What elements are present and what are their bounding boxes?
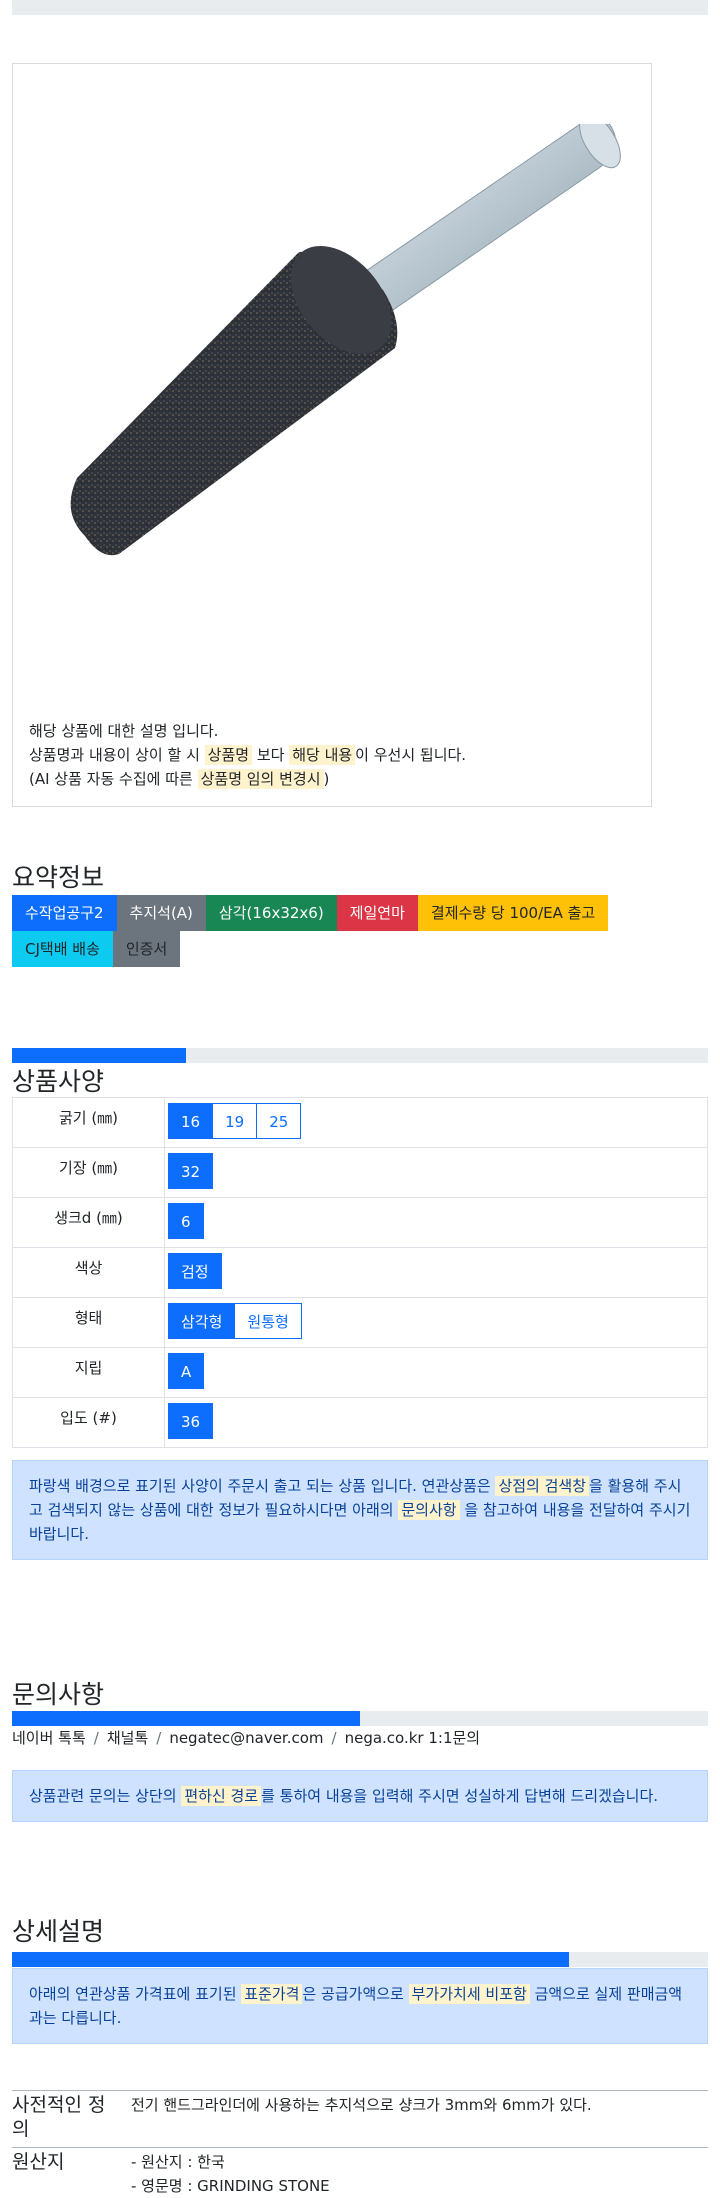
detail-title: 상세설명 bbox=[12, 1917, 105, 1946]
product-description: 해당 상품에 대한 설명 입니다. 상품명과 내용이 상이 할 시 상품명 보다… bbox=[29, 719, 466, 791]
spec-option-button[interactable]: 16 bbox=[168, 1103, 214, 1139]
spec-options: 32 bbox=[164, 1147, 708, 1198]
spec-title: 상품사양 bbox=[12, 1067, 105, 1096]
page: 해당 상품에 대한 설명 입니다. 상품명과 내용이 상이 할 시 상품명 보다… bbox=[0, 0, 720, 2196]
inquiry-notice: 상품관련 문의는 상단의 편하신 경로 를 통하여 내용을 입력해 주시면 성실하… bbox=[12, 1770, 708, 1822]
summary-badge: 수작업공구2 bbox=[12, 895, 117, 931]
origin-row: 원산지 - 원산지 : 한국 - 영문명 : GRINDING STONE bbox=[12, 2147, 708, 2197]
spec-row: 지립 A bbox=[12, 1347, 708, 1398]
spec-option-button[interactable]: 25 bbox=[256, 1103, 302, 1139]
spec-label: 기장 (㎜) bbox=[12, 1147, 165, 1198]
spec-label: 형태 bbox=[12, 1297, 165, 1348]
spec-notice: 파랑색 배경으로 표기된 사양이 주문시 출고 되는 상품 입니다. 연관상품은… bbox=[12, 1460, 708, 1560]
spec-progress bbox=[12, 1048, 708, 1063]
highlight: 편하신 경로 bbox=[181, 1786, 262, 1806]
breadcrumb-separator: / bbox=[156, 1729, 162, 1747]
summary-badges: 수작업공구2 추지석(A) 삼각(16x32x6) 제일연마 결제수량 당 100/EA… bbox=[12, 895, 672, 967]
origin-line: - 영문명 : GRINDING STONE bbox=[131, 2177, 330, 2195]
spec-label: 입도 (#) bbox=[12, 1397, 165, 1448]
summary-title: 요약정보 bbox=[12, 863, 105, 892]
spec-label: 생크d (㎜) bbox=[12, 1197, 165, 1248]
spec-row: 생크d (㎜) 6 bbox=[12, 1197, 708, 1248]
spec-row: 색상 검정 bbox=[12, 1247, 708, 1298]
spec-label: 색상 bbox=[12, 1247, 165, 1298]
inquiry-title: 문의사항 bbox=[12, 1680, 105, 1709]
spec-options: 36 bbox=[164, 1397, 708, 1448]
spec-option-button[interactable]: A bbox=[168, 1353, 205, 1389]
spec-options: 삼각형 원통형 bbox=[164, 1297, 708, 1348]
spec-options: 6 bbox=[164, 1197, 708, 1248]
grinding-stone-image bbox=[70, 124, 621, 556]
spec-row: 기장 (㎜) 32 bbox=[12, 1147, 708, 1198]
definition-key: 사전적인 정의 bbox=[12, 2094, 106, 2140]
highlight: 해당 내용 bbox=[289, 745, 356, 765]
desc-line-1: 해당 상품에 대한 설명 입니다. bbox=[29, 722, 219, 740]
spec-table: 굵기 (㎜) 16 19 25 기장 (㎜) 32 생크d (㎜) 6 색상 검정 형태 삼각형 원통형… bbox=[12, 1097, 708, 1448]
desc-line-2: 상품명과 내용이 상이 할 시 상품명 보다 해당 내용 이 우선시 됩니다. bbox=[29, 745, 467, 765]
highlight: 상점의 검색창 bbox=[495, 1476, 590, 1496]
spec-option-button[interactable]: 6 bbox=[168, 1203, 204, 1239]
highlight: 표준가격 bbox=[241, 1984, 303, 2004]
breadcrumb: 네이버 톡톡 / 채널톡 / negatec@naver.com / nega.co.kr … bbox=[12, 1727, 480, 1748]
summary-badge: 인증서 bbox=[112, 931, 181, 967]
origin-key: 원산지 bbox=[12, 2151, 65, 2173]
spec-row: 형태 삼각형 원통형 bbox=[12, 1297, 708, 1348]
detail-progress bbox=[12, 1952, 708, 1967]
breadcrumb-link[interactable]: 네이버 톡톡 bbox=[12, 1729, 86, 1747]
summary-badge: 제일연마 bbox=[336, 895, 418, 931]
spec-options: A bbox=[164, 1347, 708, 1398]
spec-option-button[interactable]: 원통형 bbox=[234, 1303, 302, 1339]
definition-value: 전기 핸드그라인더에 사용하는 추지석으로 샹크가 3mm와 6mm가 있다. bbox=[131, 2096, 592, 2114]
highlight: 상품명 bbox=[204, 745, 253, 765]
breadcrumb-link[interactable]: nega.co.kr 1:1문의 bbox=[345, 1729, 481, 1747]
spec-option-button[interactable]: 19 bbox=[212, 1103, 258, 1139]
summary-badge: 결제수량 당 100/EA 출고 bbox=[417, 895, 609, 931]
highlight: 문의사항 bbox=[398, 1500, 460, 1520]
inquiry-progress bbox=[12, 1711, 708, 1726]
highlight: 상품명 임의 변경시 bbox=[197, 769, 324, 789]
summary-badge: 삼각(16x32x6) bbox=[205, 895, 337, 931]
spec-row: 입도 (#) 36 bbox=[12, 1397, 708, 1448]
spec-options: 검정 bbox=[164, 1247, 708, 1298]
spec-label: 지립 bbox=[12, 1347, 165, 1398]
spec-option-button[interactable]: 삼각형 bbox=[168, 1303, 236, 1339]
highlight: 부가가치세 비포함 bbox=[408, 1984, 530, 2004]
definition-row: 사전적인 정의 전기 핸드그라인더에 사용하는 추지석으로 샹크가 3mm와 6… bbox=[12, 2090, 708, 2147]
spec-option-button[interactable]: 32 bbox=[168, 1153, 214, 1189]
breadcrumb-separator: / bbox=[93, 1729, 99, 1747]
origin-line: - 원산지 : 한국 bbox=[131, 2153, 225, 2171]
summary-badge: 추지석(A) bbox=[116, 895, 206, 931]
desc-line-3: (AI 상품 자동 수집에 따른 상품명 임의 변경시) bbox=[29, 769, 330, 789]
detail-notice: 아래의 연관상품 가격표에 표기된 표준가격 은 공급가액으로 부가가치세 비포함… bbox=[12, 1968, 708, 2044]
breadcrumb-separator: / bbox=[331, 1729, 337, 1747]
spec-row: 굵기 (㎜) 16 19 25 bbox=[12, 1097, 708, 1148]
spec-option-button[interactable]: 검정 bbox=[168, 1253, 222, 1289]
top-progress-bar bbox=[12, 0, 708, 15]
summary-badge: CJ택배 배송 bbox=[12, 931, 113, 967]
spec-options: 16 19 25 bbox=[164, 1097, 708, 1148]
product-card: 해당 상품에 대한 설명 입니다. 상품명과 내용이 상이 할 시 상품명 보다… bbox=[12, 63, 652, 807]
spec-option-button[interactable]: 36 bbox=[168, 1403, 214, 1439]
origin-value: - 원산지 : 한국 - 영문명 : GRINDING STONE bbox=[131, 2150, 330, 2198]
spec-label: 굵기 (㎜) bbox=[12, 1097, 165, 1148]
breadcrumb-link[interactable]: 채널톡 bbox=[107, 1729, 148, 1747]
breadcrumb-link[interactable]: negatec@naver.com bbox=[169, 1729, 323, 1747]
